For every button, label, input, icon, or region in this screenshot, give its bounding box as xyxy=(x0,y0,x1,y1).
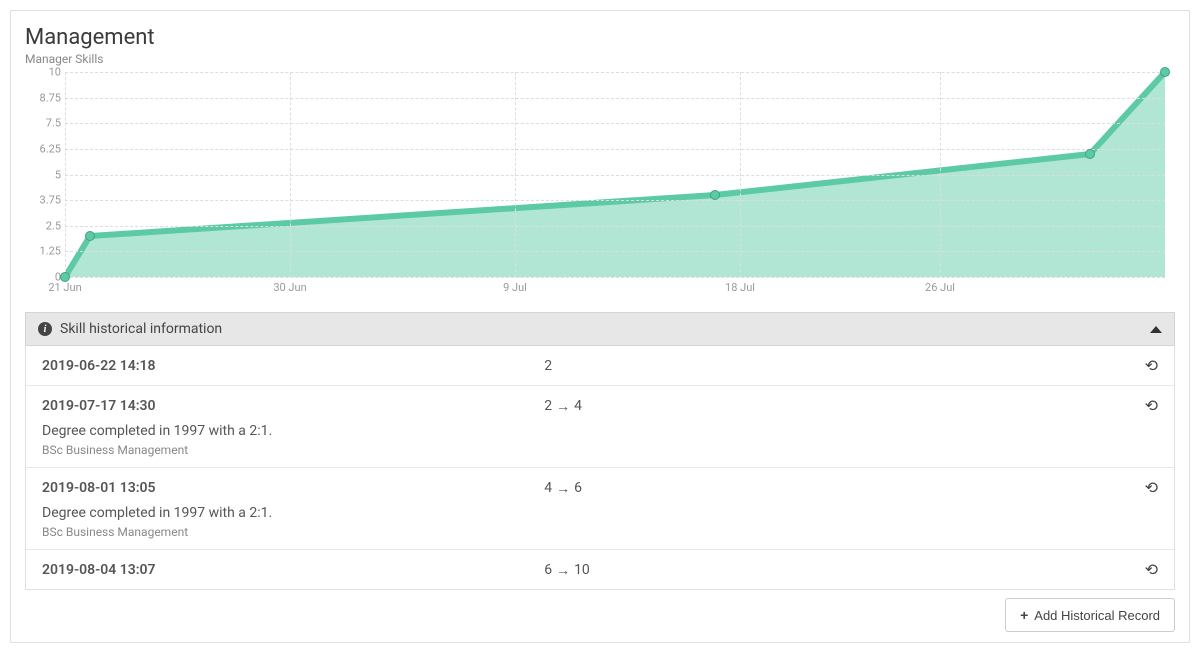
gridline-vertical xyxy=(290,72,291,277)
x-tick-label: 21 Jun xyxy=(48,281,81,294)
info-icon: i xyxy=(38,322,52,336)
gridline-horizontal xyxy=(65,149,1165,150)
history-date: 2019-06-22 14:18 xyxy=(42,358,544,374)
gridline-horizontal xyxy=(65,175,1165,176)
revert-icon[interactable]: ⟲ xyxy=(1145,478,1158,497)
history-date: 2019-07-17 14:30 xyxy=(42,398,544,414)
chart-point[interactable] xyxy=(710,190,720,200)
panel-subtitle: Manager Skills xyxy=(25,52,1175,66)
revert-icon[interactable]: ⟲ xyxy=(1145,560,1158,579)
history-row: 2019-08-04 13:076→10 ⟲ xyxy=(26,549,1174,589)
history-section-header[interactable]: i Skill historical information xyxy=(25,312,1175,346)
gridline-horizontal xyxy=(65,226,1165,227)
history-date: 2019-08-01 13:05 xyxy=(42,480,544,496)
chart-x-axis: 21 Jun30 Jun9 Jul18 Jul26 Jul xyxy=(65,277,1165,302)
y-tick-label: 2.5 xyxy=(46,219,61,232)
caret-up-icon[interactable] xyxy=(1150,326,1162,333)
history-row: 2019-06-22 14:182 ⟲ xyxy=(26,346,1174,385)
gridline-vertical xyxy=(740,72,741,277)
x-tick-label: 9 Jul xyxy=(503,281,527,294)
x-tick-label: 26 Jul xyxy=(925,281,955,294)
gridline-horizontal xyxy=(65,200,1165,201)
y-tick-label: 6.25 xyxy=(40,142,61,155)
panel-title: Management xyxy=(25,25,1175,50)
history-section-title: Skill historical information xyxy=(60,321,222,337)
y-tick-label: 7.5 xyxy=(46,117,61,130)
arrow-right-icon: → xyxy=(556,562,570,579)
add-button-label: Add Historical Record xyxy=(1034,608,1160,623)
revert-icon[interactable]: ⟲ xyxy=(1145,356,1158,375)
history-value: 6→10 xyxy=(544,561,1128,578)
skill-panel: Management Manager Skills 01.252.53.7556… xyxy=(10,10,1190,643)
plus-icon: + xyxy=(1020,607,1028,623)
history-date: 2019-08-04 13:07 xyxy=(42,562,544,578)
x-tick-label: 18 Jul xyxy=(725,281,755,294)
add-historical-record-button[interactable]: + Add Historical Record xyxy=(1005,598,1175,632)
y-tick-label: 1.25 xyxy=(40,245,61,258)
history-note: Degree completed in 1997 with a 2:1. xyxy=(42,505,1158,521)
history-value: 4→6 xyxy=(544,479,1128,496)
history-row: 2019-07-17 14:302→4 ⟲ Degree completed in … xyxy=(26,385,1174,467)
history-value: 2 xyxy=(544,358,1128,374)
gridline-vertical xyxy=(65,72,66,277)
history-list[interactable]: 2019-06-22 14:182 ⟲ 2019-07-17 14:302→4 ⟲ De… xyxy=(25,346,1175,590)
gridline-vertical xyxy=(940,72,941,277)
chart-y-axis: 01.252.53.7556.257.58.7510 xyxy=(25,72,65,277)
history-note: Degree completed in 1997 with a 2:1. xyxy=(42,423,1158,439)
panel-footer: + Add Historical Record xyxy=(25,598,1175,632)
y-tick-label: 10 xyxy=(49,66,61,79)
gridline-horizontal xyxy=(65,123,1165,124)
y-tick-label: 3.75 xyxy=(40,194,61,207)
history-subnote: BSc Business Management xyxy=(42,443,1158,457)
gridline-horizontal xyxy=(65,72,1165,73)
gridline-horizontal xyxy=(65,98,1165,99)
y-tick-label: 8.75 xyxy=(40,91,61,104)
y-tick-label: 5 xyxy=(55,168,61,181)
history-subnote: BSc Business Management xyxy=(42,525,1158,539)
history-row: 2019-08-01 13:054→6 ⟲ Degree completed in … xyxy=(26,467,1174,549)
chart-point[interactable] xyxy=(1085,149,1095,159)
arrow-right-icon: → xyxy=(556,398,570,415)
x-tick-label: 30 Jun xyxy=(273,281,306,294)
arrow-right-icon: → xyxy=(556,480,570,497)
chart-plot xyxy=(65,72,1165,277)
skill-chart: 01.252.53.7556.257.58.7510 21 Jun30 Jun9… xyxy=(25,72,1175,302)
revert-icon[interactable]: ⟲ xyxy=(1145,396,1158,415)
history-value: 2→4 xyxy=(544,397,1128,414)
gridline-vertical xyxy=(515,72,516,277)
gridline-horizontal xyxy=(65,251,1165,252)
chart-point[interactable] xyxy=(1160,67,1170,77)
chart-point[interactable] xyxy=(85,231,95,241)
